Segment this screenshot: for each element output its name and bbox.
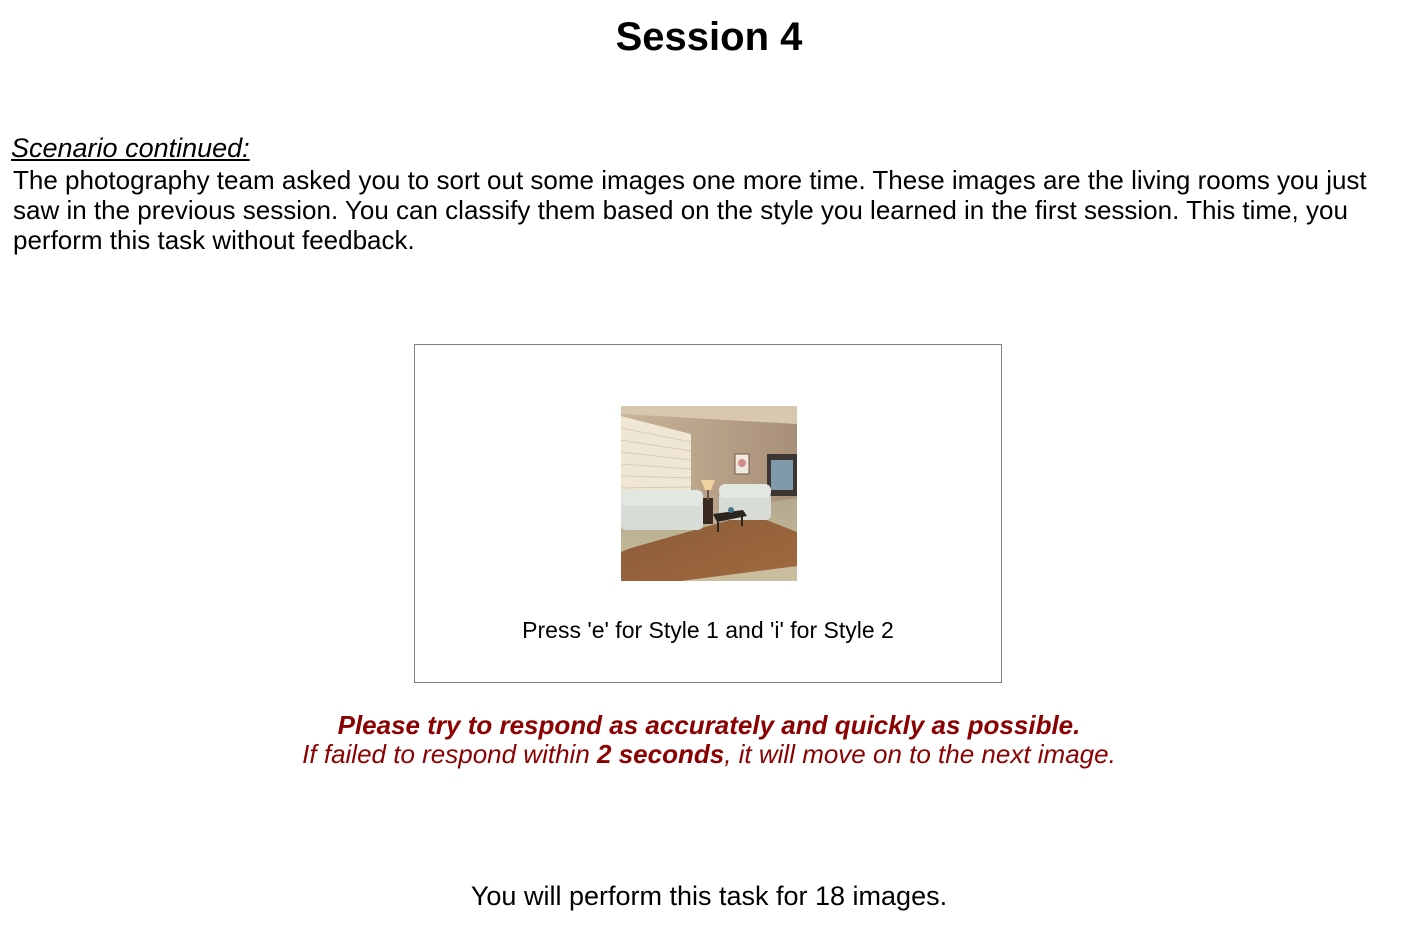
scenario-heading: Scenario continued: xyxy=(11,133,250,163)
warning-time-limit: 2 seconds xyxy=(597,739,725,769)
warning-line-2-start: If failed to respond within xyxy=(302,739,598,769)
page-title: Session 4 xyxy=(615,15,803,59)
experiment-page: Session 4 Scenario continued: The photog… xyxy=(0,0,1418,945)
living-room-image xyxy=(621,406,797,581)
scenario-text: The photography team asked you to sort o… xyxy=(13,165,1367,255)
task-count-note: You will perform this task for 18 images… xyxy=(470,881,948,911)
warning-line-2: If failed to respond within 2 seconds, i… xyxy=(0,740,1418,769)
stimulus-panel: Press 'e' for Style 1 and 'i' for Style … xyxy=(414,344,1002,683)
warning-line-2-end: , it will move on to the next image. xyxy=(724,739,1116,769)
key-instruction: Press 'e' for Style 1 and 'i' for Style … xyxy=(522,617,894,643)
response-warning: Please try to respond as accurately and … xyxy=(0,711,1418,769)
warning-line-1: Please try to respond as accurately and … xyxy=(337,710,1081,740)
